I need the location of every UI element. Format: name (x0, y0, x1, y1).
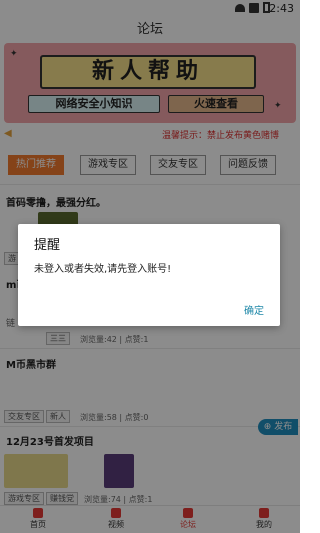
login-required-dialog: 提醒 未登入或者失效,请先登入账号! 确定 (18, 224, 280, 326)
dialog-message: 未登入或者失效,请先登入账号! (34, 264, 172, 275)
confirm-button[interactable]: 确定 (244, 302, 264, 317)
dialog-title: 提醒 (34, 238, 61, 253)
